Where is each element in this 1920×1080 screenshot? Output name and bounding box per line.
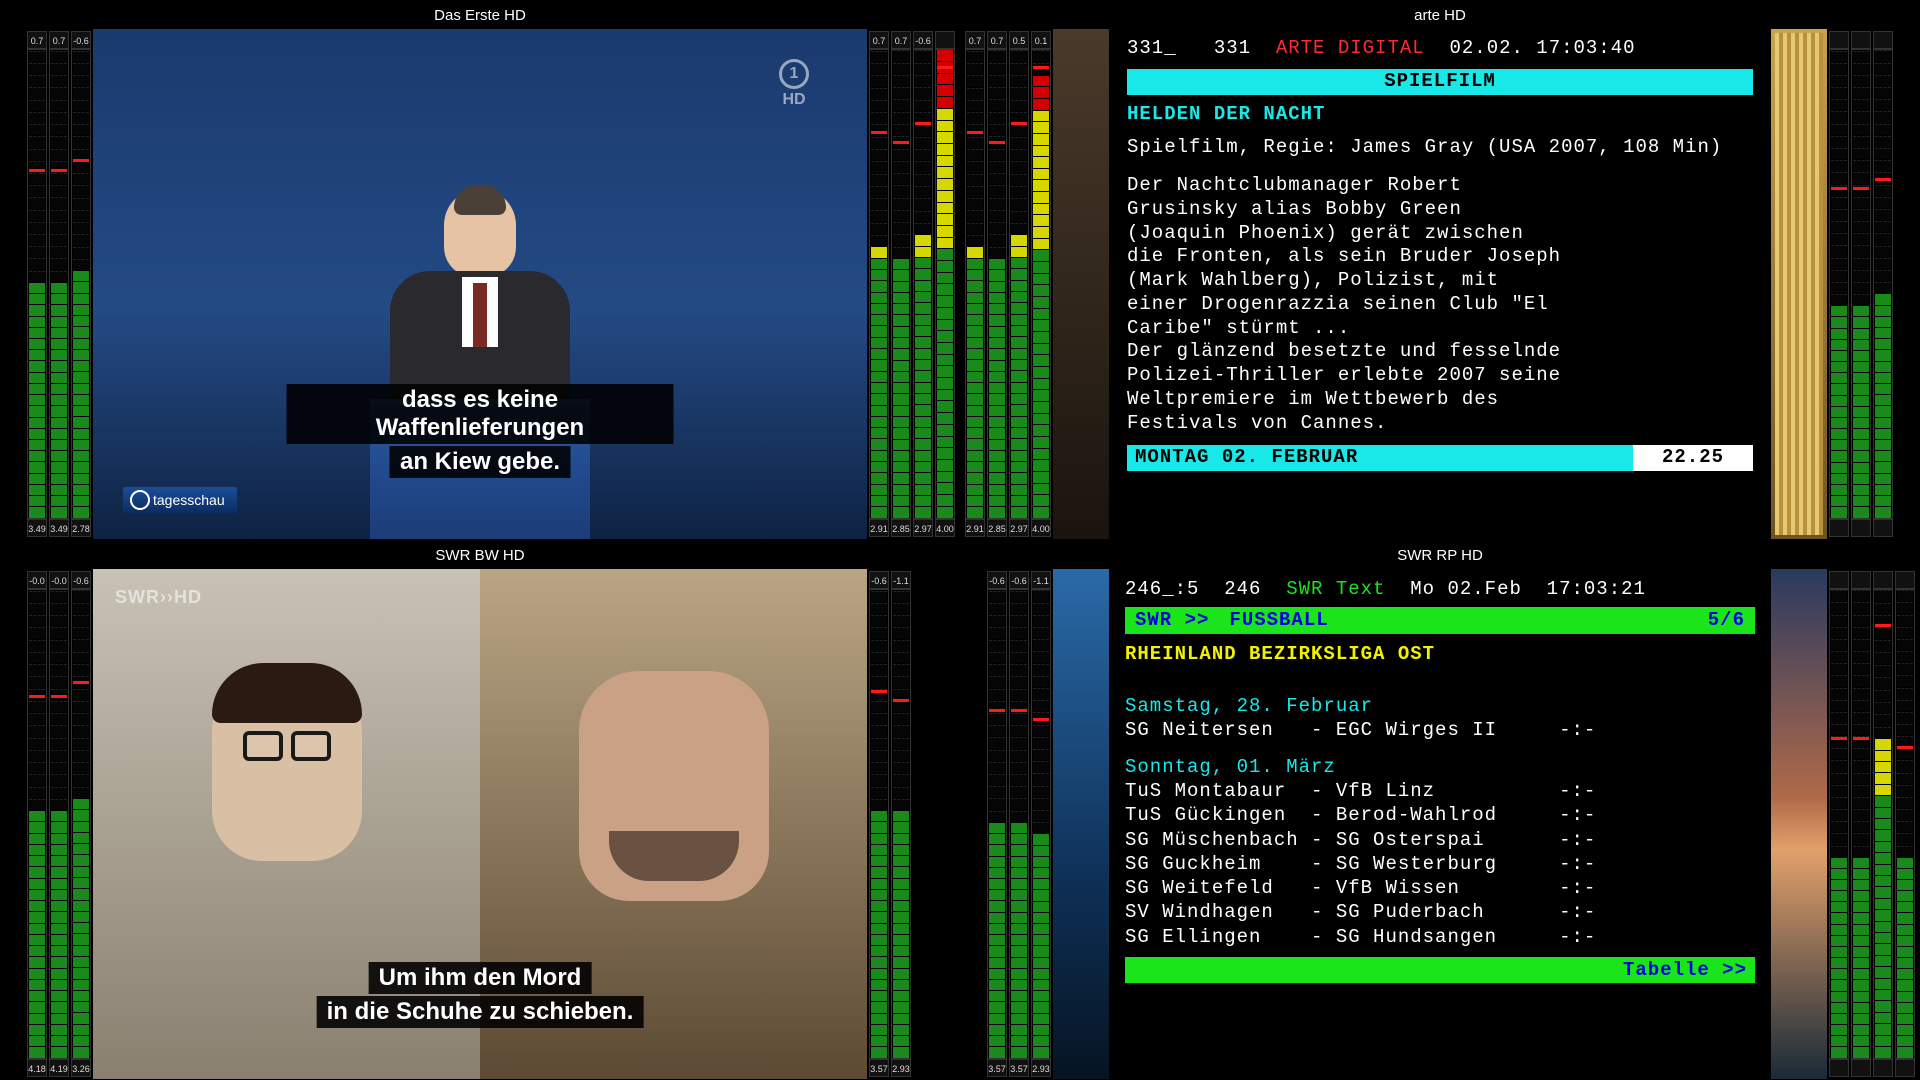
video-thumbnail[interactable]: 331_ 331 ARTE DIGITAL 02.02. 17:03:40 SP…: [1053, 29, 1827, 539]
ttx-footer: MONTAG 02. FEBRUAR 22.25: [1127, 445, 1753, 471]
audio-meters-right: [1827, 29, 1919, 539]
fixture-row: SG Guckheim - SG Westerburg -:-: [1125, 852, 1755, 876]
subtitle-line: an Kiew gebe.: [390, 446, 570, 478]
audio-meters-right: 0.72.910.72.85-0.62.974.00: [867, 29, 959, 539]
ttx-body: Der Nachtclubmanager Robert Grusinsky al…: [1127, 174, 1567, 435]
ttx-day: Sonntag, 01. März: [1125, 755, 1755, 779]
channel-bug: HD: [779, 59, 809, 109]
audio-meters-left: 0.72.910.72.850.52.970.14.00: [961, 29, 1053, 539]
ttx-header: 246_:5 246 SWR Text Mo 02.Feb 17:03:21: [1125, 577, 1755, 601]
bg-strip: [1771, 569, 1827, 1079]
ttx-subline: Spielfilm, Regie: James Gray (USA 2007, …: [1127, 136, 1753, 160]
teletext-overlay: 331_ 331 ARTE DIGITAL 02.02. 17:03:40 SP…: [1109, 29, 1771, 539]
subtitle-line: dass es keine Waffenlieferungen: [287, 384, 674, 444]
channel-title: Das Erste HD: [1, 1, 959, 29]
channel-bug: SWR››HD: [115, 587, 202, 608]
subtitle: Um ihm den Mord in die Schuhe zu schiebe…: [317, 961, 644, 1029]
audio-meters-right: [1827, 569, 1919, 1079]
video-thumbnail[interactable]: HD tagesschau dass es keine Waffenliefer…: [93, 29, 867, 539]
fixture-row: SG Neitersen - EGC Wirges II -:-: [1125, 718, 1755, 742]
subtitle-line: in die Schuhe zu schieben.: [317, 996, 644, 1028]
ttx-day: Samstag, 28. Februar: [1125, 694, 1755, 718]
subtitle-line: Um ihm den Mord: [369, 962, 592, 994]
ttx-title: HELDEN DER NACHT: [1127, 103, 1753, 127]
cell-swr-bw: SWR BW HD -0.04.18-0.04.19-0.63.26 SWR››…: [0, 540, 960, 1080]
ttx-banner: SPIELFILM: [1127, 69, 1753, 95]
fixture-row: TuS Gückingen - Berod-Wahlrod -:-: [1125, 803, 1755, 827]
audio-meters-left: -0.04.18-0.04.19-0.63.26: [1, 569, 93, 1079]
fixture-row: SG Ellingen - SG Hundsangen -:-: [1125, 925, 1755, 949]
multiview-grid: Das Erste HD 0.73.490.73.49-0.62.78 HD t…: [0, 0, 1920, 1080]
video-thumbnail[interactable]: SWR››HD Um ihm den Mord in die Schuhe zu…: [93, 569, 867, 1079]
fixture-row: TuS Montabaur - VfB Linz -:-: [1125, 779, 1755, 803]
fixture-row: SG Müschenbach - SG Osterspai -:-: [1125, 828, 1755, 852]
bg-strip: [1771, 29, 1827, 539]
bg-strip: [1053, 29, 1109, 539]
audio-meters-right: -0.63.57-1.12.93: [867, 569, 959, 1079]
audio-meters-left: 0.73.490.73.49-0.62.78: [1, 29, 93, 539]
teletext-overlay: 246_:5 246 SWR Text Mo 02.Feb 17:03:21 S…: [1109, 569, 1771, 1079]
fixture-row: SG Weitefeld - VfB Wissen -:-: [1125, 876, 1755, 900]
channel-title: SWR RP HD: [961, 541, 1919, 569]
channel-title: SWR BW HD: [1, 541, 959, 569]
fixture-row: SV Windhagen - SG Puderbach -:-: [1125, 900, 1755, 924]
cell-swr-rp: SWR RP HD -0.63.57-0.63.57-1.12.93 246_:…: [960, 540, 1920, 1080]
subtitle: dass es keine Waffenlieferungen an Kiew …: [287, 383, 674, 479]
ttx-league: RHEINLAND BEZIRKSLIGA OST: [1125, 642, 1755, 666]
fixtures-list: TuS Montabaur - VfB Linz -:-TuS Gückinge…: [1125, 779, 1755, 949]
hd-label: HD: [779, 91, 809, 109]
cell-arte: arte HD 0.72.910.72.850.52.970.14.00 331…: [960, 0, 1920, 540]
bg-strip: [1053, 569, 1109, 1079]
audio-meters-left: -0.63.57-0.63.57-1.12.93: [961, 569, 1053, 1079]
video-thumbnail[interactable]: 246_:5 246 SWR Text Mo 02.Feb 17:03:21 S…: [1053, 569, 1827, 1079]
ttx-footer-link[interactable]: Tabelle >>: [1125, 957, 1755, 983]
ttx-section-bar: SWR >> FUSSBALL 5/6: [1125, 607, 1755, 633]
ttx-header: 331_ 331 ARTE DIGITAL 02.02. 17:03:40: [1127, 37, 1753, 61]
channel-title: arte HD: [961, 1, 1919, 29]
fixtures-list: SG Neitersen - EGC Wirges II -:-: [1125, 718, 1755, 742]
program-badge: tagesschau: [123, 487, 237, 513]
cell-das-erste: Das Erste HD 0.73.490.73.49-0.62.78 HD t…: [0, 0, 960, 540]
